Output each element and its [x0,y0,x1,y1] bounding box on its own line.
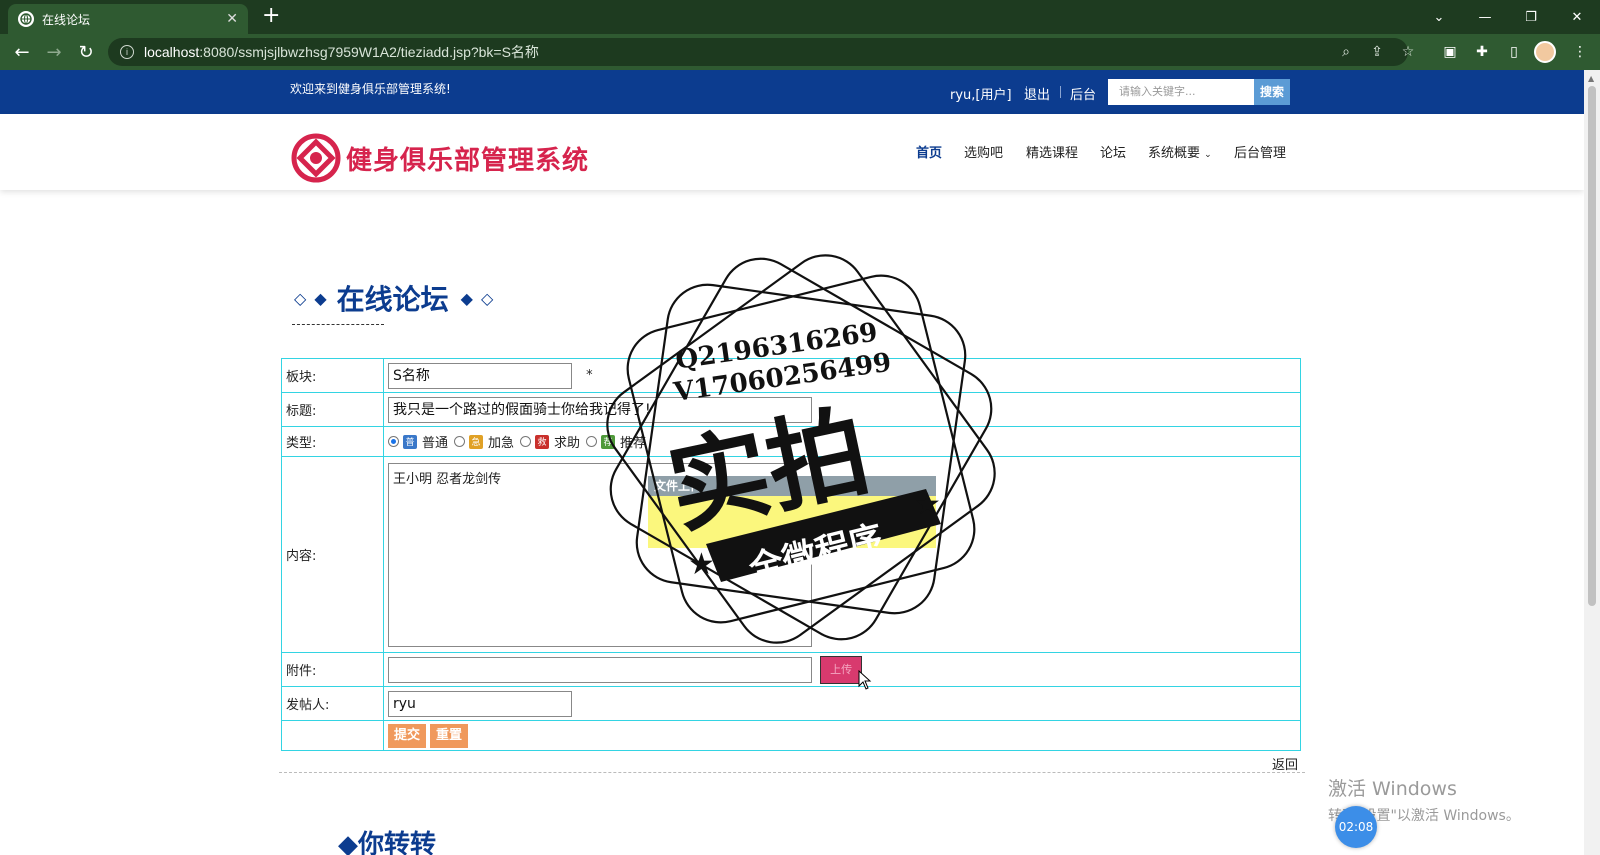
back-link[interactable]: 返回 [1272,754,1298,773]
search-input[interactable]: 请输入关键字... [1108,79,1254,105]
attachment-label: 附件: [281,652,384,687]
welcome-text: 欢迎来到健身俱乐部管理系统! [290,82,451,96]
forward-icon[interactable]: → [42,40,66,64]
upload-button[interactable]: 上传 [820,655,863,684]
share-icon[interactable]: ⇪ [1367,42,1387,62]
type-option-label: 普通 [422,436,449,451]
puzzle-icon[interactable]: ✚ [1472,42,1492,62]
tab-close-icon[interactable]: ✕ [226,11,238,27]
logout-link[interactable]: 退出 [1024,84,1050,103]
diamond-filled-icon: ◆ [314,288,327,308]
type-option-label: 求助 [554,436,581,451]
browser-tabbar: 在线论坛 ✕ + ⌄ — ❐ ✕ [0,0,1600,34]
recording-timer[interactable]: 02:08 [1335,806,1377,848]
nav-admin[interactable]: 后台管理 [1234,142,1286,161]
type-radio-normal[interactable] [388,436,399,447]
nav-home[interactable]: 首页 [916,142,942,161]
board-label: 板块: [281,358,384,393]
page-scrollbar[interactable]: ▲ [1584,70,1600,855]
admin-link[interactable]: 后台 [1070,84,1096,103]
nav-shop[interactable]: 选购吧 [964,142,1003,161]
star-icon: ★ [688,547,715,582]
type-radio-urgent[interactable] [454,436,466,447]
club-logo[interactable] [290,132,342,184]
back-icon[interactable]: ← [10,40,34,64]
title-label: 标题: [281,392,384,427]
browser-tab[interactable]: 在线论坛 ✕ [8,4,248,34]
next-section-title: ◆你转转 [338,830,436,855]
tab-search-icon[interactable]: ⌄ [1416,0,1462,34]
nav-system-overview-label: 系统概要 [1148,146,1201,161]
new-tab-icon[interactable]: + [262,5,280,27]
side-panel-icon[interactable]: ▯ [1504,42,1524,62]
content-label: 内容: [281,456,384,653]
divider [1060,86,1061,98]
section-title: ◇ ◆ 在线论坛 ◆ ◇ [290,278,497,318]
diamond-outline-icon: ◇ [480,288,494,308]
diamond-filled-icon: ◆ [460,288,473,308]
diamond-outline-icon: ◇ [294,288,307,308]
required-mark: * [586,368,593,383]
site-header: 健身俱乐部管理系统 首页 选购吧 精选课程 论坛 系统概要 ⌄ 后台管理 [0,114,1584,190]
empty-cell [281,720,384,751]
url-path: :8080/ssmjsjlbwzhsg7959W1A2/tieziadd.jsp… [199,44,539,60]
tab-title: 在线论坛 [42,12,91,27]
help-type-icon: 救 [535,434,550,449]
scroll-up-icon[interactable]: ▲ [1588,74,1594,83]
nav-system-overview[interactable]: 系统概要 ⌄ [1148,142,1212,161]
reload-icon[interactable]: ↻ [74,40,98,64]
address-bar[interactable]: i localhost:8080/ssmjsjlbwzhsg7959W1A2/t… [108,38,1408,66]
normal-type-icon: 普 [403,434,417,449]
restore-icon[interactable]: ❐ [1508,0,1554,34]
profile-avatar[interactable] [1534,41,1556,63]
zoom-icon[interactable]: ⌕ [1336,42,1356,62]
divider [279,772,1305,773]
submit-button[interactable]: 提交 [388,723,427,748]
nav-forum[interactable]: 论坛 [1100,142,1126,161]
logout-label: 退出 [1024,88,1051,103]
type-radio-help[interactable] [520,436,532,447]
browser-toolbar: ← → ↻ i localhost:8080/ssmjsjlbwzhsg7959… [0,34,1600,70]
mouse-cursor-icon [858,670,872,690]
watermark-stamp: Q2196316269 V17060256499 实拍 全微程序 ★ ★ [606,254,996,644]
urgent-type-icon: 急 [469,434,484,449]
title-underline [292,324,384,325]
minimize-icon[interactable]: — [1462,0,1508,34]
extension-icon[interactable]: ▣ [1440,42,1460,62]
menu-kebab-icon[interactable]: ⋮ [1570,42,1590,62]
type-option-label: 加急 [488,436,515,451]
poster-field[interactable]: ryu [388,690,572,717]
board-field[interactable]: S名称 [388,362,572,389]
globe-icon [18,11,34,27]
reset-button[interactable]: 重置 [430,723,469,748]
scrollbar-thumb[interactable] [1588,86,1596,606]
bookmark-star-icon[interactable]: ☆ [1398,42,1418,62]
page-viewport: 欢迎来到健身俱乐部管理系统! ryu,[用户] 退出 后台 请输入关键字... … [0,70,1584,855]
site-info-icon[interactable]: i [120,45,134,59]
close-window-icon[interactable]: ✕ [1554,0,1600,34]
star-icon: ★ [914,487,941,522]
brand-title: 健身俱乐部管理系统 [346,146,590,176]
section-title-text: 在线论坛 [336,283,449,316]
type-label: 类型: [281,426,384,457]
site-topbar: 欢迎来到健身俱乐部管理系统! ryu,[用户] 退出 后台 请输入关键字... … [0,70,1584,114]
activate-title: 激活 Windows [1328,778,1457,800]
nav-courses[interactable]: 精选课程 [1026,142,1078,161]
attachment-field[interactable] [388,656,812,683]
user-link[interactable]: ryu,[用户] [950,84,1012,103]
search-button[interactable]: 搜索 [1254,79,1290,105]
chevron-down-icon: ⌄ [1204,150,1212,160]
url-host: localhost [144,44,200,60]
poster-label: 发帖人: [281,686,384,721]
